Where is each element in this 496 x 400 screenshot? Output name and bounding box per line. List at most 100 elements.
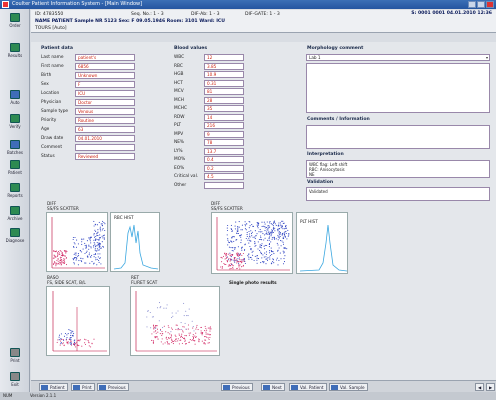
blood-field-value[interactable]: 4.5 bbox=[204, 173, 244, 180]
validation-field[interactable]: Validated bbox=[306, 187, 490, 201]
scatter-point bbox=[231, 264, 233, 266]
scatter-point bbox=[198, 338, 200, 340]
scatter-point bbox=[224, 253, 226, 255]
blood-field-value[interactable]: 81 bbox=[204, 88, 244, 95]
maximize-button[interactable] bbox=[477, 1, 485, 8]
scatter-point bbox=[66, 336, 68, 339]
scatter-point bbox=[70, 337, 72, 339]
scatter-point bbox=[234, 256, 236, 259]
scatter-point bbox=[264, 227, 266, 229]
scatter-point bbox=[72, 330, 74, 332]
blood-field-value[interactable]: 0.4 bbox=[204, 156, 244, 163]
print-button[interactable]: Print bbox=[71, 383, 95, 391]
sidebar-item-verify[interactable]: Verify bbox=[3, 113, 27, 133]
scatter-point bbox=[61, 343, 63, 345]
patient-field-value[interactable]: Venous bbox=[75, 108, 135, 115]
blood-field-value[interactable]: 9 bbox=[204, 130, 244, 138]
patient-field-value[interactable]: 04.01.2010 bbox=[75, 135, 135, 142]
scatter-point bbox=[93, 233, 95, 235]
scatter-point bbox=[170, 335, 173, 337]
sidebar-item-batches[interactable]: Batches bbox=[3, 139, 27, 159]
validate-sample-button[interactable]: Val. Sample bbox=[329, 383, 368, 391]
blood-field-value[interactable]: 0.2 bbox=[204, 164, 244, 172]
scatter-point bbox=[162, 327, 164, 329]
validate-patient-button[interactable]: Val. Patient bbox=[289, 383, 327, 391]
patient-field-value[interactable]: F bbox=[75, 81, 135, 88]
scatter-point bbox=[278, 236, 280, 238]
scatter-point bbox=[256, 257, 258, 259]
patient-field-value[interactable] bbox=[75, 144, 135, 151]
blood-field-value[interactable]: 216 bbox=[204, 122, 244, 129]
scatter-point bbox=[256, 255, 258, 257]
morphology-select[interactable]: Lab 1 bbox=[306, 54, 490, 61]
scatter-point bbox=[244, 262, 246, 265]
scatter-point bbox=[259, 244, 261, 246]
morphology-text[interactable] bbox=[306, 63, 490, 113]
print-icon bbox=[10, 348, 20, 357]
scatter-point bbox=[66, 342, 68, 344]
patient-field-value[interactable]: 63 bbox=[75, 126, 135, 133]
scatter-point bbox=[98, 239, 100, 241]
diff-scatter-svg-2 bbox=[216, 217, 290, 271]
scatter-point bbox=[233, 240, 235, 242]
blood-field-value[interactable]: 12 bbox=[204, 54, 244, 61]
comments-text[interactable] bbox=[306, 125, 490, 149]
blood-field-value[interactable] bbox=[204, 181, 244, 189]
scroll-left-button[interactable]: ◀ bbox=[475, 383, 485, 391]
scatter-point bbox=[251, 258, 253, 260]
sidebar-item-archive[interactable]: Archive bbox=[3, 205, 27, 225]
sidebar-item-order[interactable]: Order bbox=[3, 12, 27, 32]
scatter-point bbox=[150, 327, 152, 329]
blood-field-value[interactable]: 78 bbox=[204, 139, 244, 146]
scatter-point bbox=[235, 253, 238, 255]
next-button[interactable]: Next bbox=[261, 383, 285, 391]
scatter-point bbox=[169, 336, 171, 338]
sidebar-item-patient[interactable]: Patient bbox=[3, 159, 27, 179]
scatter-point bbox=[85, 247, 87, 249]
blood-field-label: HCT bbox=[174, 80, 183, 86]
blood-field-value[interactable]: 14 bbox=[204, 113, 244, 121]
blood-field-value[interactable]: 35 bbox=[204, 105, 244, 112]
patient-field-value[interactable]: Doctor bbox=[75, 99, 135, 106]
blood-field-value[interactable]: 10.9 bbox=[204, 71, 244, 78]
scatter-point bbox=[63, 335, 66, 337]
scatter-point bbox=[163, 325, 165, 327]
blood-field-value[interactable]: 13.7 bbox=[204, 147, 244, 155]
sidebar-item-results[interactable]: Results bbox=[3, 42, 27, 62]
previous-button[interactable]: Previous bbox=[97, 383, 129, 391]
patient-field-value[interactable]: Unknown bbox=[75, 72, 135, 79]
scatter-point bbox=[268, 239, 270, 241]
scatter-point bbox=[154, 337, 156, 339]
sidebar-item-diagnose[interactable]: Diagnose bbox=[3, 227, 27, 247]
sidebar-item-print[interactable]: Print bbox=[3, 347, 27, 367]
scatter-point bbox=[270, 263, 272, 265]
scroll-right-button[interactable]: ▶ bbox=[486, 383, 496, 391]
close-button[interactable] bbox=[486, 1, 494, 8]
patient-field-value[interactable]: Routine bbox=[75, 117, 135, 124]
scatter-point bbox=[53, 261, 56, 263]
scatter-point bbox=[192, 338, 194, 341]
patient-field-value[interactable]: patient's bbox=[75, 54, 135, 61]
scatter-point bbox=[81, 241, 83, 243]
plot5-subtitle: FS, SIDE SCAT, B/L bbox=[47, 280, 86, 285]
scatter-point bbox=[100, 230, 102, 232]
sidebar-item-exit[interactable]: Exit bbox=[3, 371, 27, 391]
scatter-point bbox=[249, 245, 251, 248]
scatter-point bbox=[177, 340, 179, 342]
previous-button-2[interactable]: Previous bbox=[221, 383, 253, 391]
patient-field-value[interactable]: ICU bbox=[75, 90, 135, 97]
minimize-button[interactable] bbox=[468, 1, 476, 8]
scatter-point bbox=[69, 337, 71, 339]
patient-field-value[interactable]: 6856 bbox=[75, 63, 135, 70]
blood-field-value[interactable]: 0.31 bbox=[204, 79, 244, 87]
blood-field-value[interactable]: 28 bbox=[204, 96, 244, 104]
report-icon bbox=[10, 183, 20, 192]
scatter-point bbox=[272, 251, 274, 253]
sidebar-item-reports[interactable]: Reports bbox=[3, 182, 27, 202]
patient-field-value[interactable]: Reviewed bbox=[75, 153, 135, 160]
scatter-point bbox=[243, 259, 245, 261]
blood-field-value[interactable]: 3.85 bbox=[204, 62, 244, 70]
interpretation-text[interactable]: WBC flag: Left shift RBC: Anisocytosis N… bbox=[306, 160, 490, 178]
sidebar-item-auto[interactable]: Auto bbox=[3, 89, 27, 109]
patient-button[interactable]: Patient bbox=[39, 383, 68, 391]
